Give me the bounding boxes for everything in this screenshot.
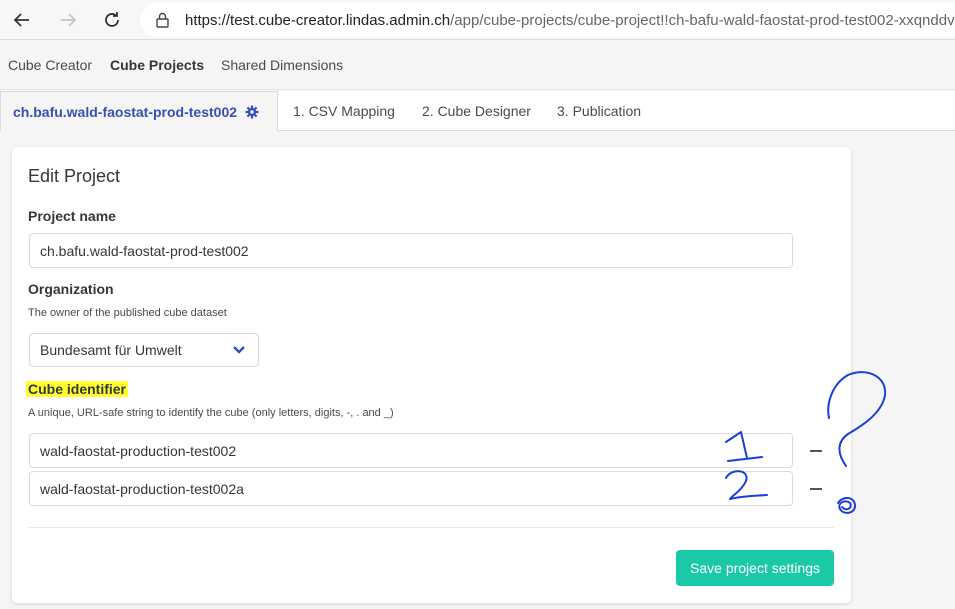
address-bar[interactable]: https://test.cube-creator.lindas.admin.c… xyxy=(140,3,955,37)
gear-icon[interactable] xyxy=(245,105,259,119)
app-navigation: Cube Creator Cube Projects Shared Dimens… xyxy=(0,41,955,90)
organization-label: Organization xyxy=(28,281,114,297)
tab-csv-mapping[interactable]: 1. CSV Mapping xyxy=(293,91,395,131)
divider xyxy=(28,527,834,528)
project-tab-label: ch.bafu.wald-faostat-prod-test002 xyxy=(13,103,238,120)
organization-select[interactable]: Bundesamt für Umwelt xyxy=(29,333,259,367)
url-path: /app/cube-projects/cube-project!!ch-bafu… xyxy=(450,12,955,29)
cube-identifier-help: A unique, URL-safe string to identify th… xyxy=(28,407,394,419)
tab-cube-designer[interactable]: 2. Cube Designer xyxy=(422,91,531,131)
forward-button[interactable] xyxy=(56,8,80,32)
cube-identifier-input-1[interactable]: wald-faostat-production-test002 xyxy=(29,433,793,468)
edit-project-card: Edit Project Project name ch.bafu.wald-f… xyxy=(12,147,851,603)
nav-shared-dimensions[interactable]: Shared Dimensions xyxy=(221,57,343,73)
cube-identifier-label: Cube identifier xyxy=(26,381,129,397)
reload-icon xyxy=(105,12,119,27)
nav-cube-creator[interactable]: Cube Creator xyxy=(8,57,92,73)
organization-help: The owner of the published cube dataset xyxy=(28,307,227,319)
tab-publication[interactable]: 3. Publication xyxy=(557,91,641,131)
cube-identifier-label-text: Cube identifier xyxy=(26,381,129,397)
reload-button[interactable] xyxy=(100,8,124,32)
save-project-settings-button[interactable]: Save project settings xyxy=(676,550,834,586)
chevron-down-icon xyxy=(232,343,246,359)
project-name-input[interactable]: ch.bafu.wald-faostat-prod-test002 xyxy=(29,233,793,268)
remove-identifier-2-button[interactable] xyxy=(810,488,822,490)
organization-value: Bundesamt für Umwelt xyxy=(40,342,182,358)
tab-project-settings[interactable]: ch.bafu.wald-faostat-prod-test002 xyxy=(0,91,278,132)
url-text: https://test.cube-creator.lindas.admin.c… xyxy=(185,12,955,29)
project-name-label: Project name xyxy=(28,208,116,224)
remove-identifier-1-button[interactable] xyxy=(810,450,822,452)
browser-toolbar: https://test.cube-creator.lindas.admin.c… xyxy=(0,0,955,40)
url-host: https://test.cube-creator.lindas.admin.c… xyxy=(185,12,451,29)
card-title: Edit Project xyxy=(28,166,121,186)
arrow-left-icon xyxy=(13,13,29,27)
lock-icon xyxy=(156,12,169,33)
back-button[interactable] xyxy=(10,8,34,32)
nav-cube-projects[interactable]: Cube Projects xyxy=(110,57,204,73)
arrow-right-icon xyxy=(61,13,77,27)
project-tabs: ch.bafu.wald-faostat-prod-test002 1. CSV… xyxy=(0,91,955,132)
cube-identifier-input-2[interactable]: wald-faostat-production-test002a xyxy=(29,471,793,506)
